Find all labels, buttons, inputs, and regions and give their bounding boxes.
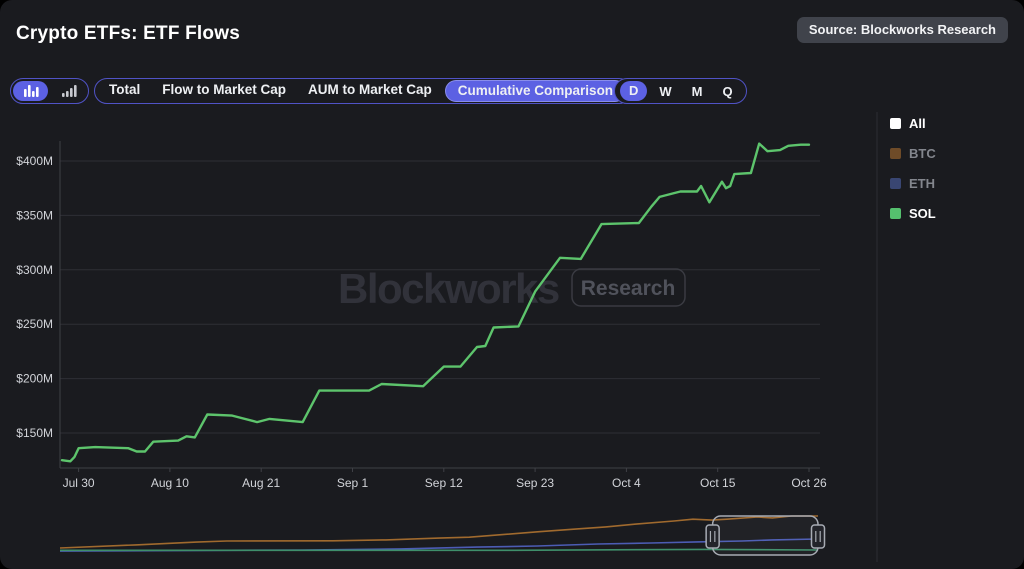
sol-swatch bbox=[890, 208, 901, 219]
x-axis-tick-label: Sep 23 bbox=[516, 476, 554, 490]
navigator-brush-window[interactable] bbox=[713, 516, 818, 555]
tab-total[interactable]: Total bbox=[98, 78, 151, 104]
interval-toggle-group: D W M Q bbox=[614, 78, 747, 104]
navigator-line-btc bbox=[60, 516, 818, 548]
x-axis-tick-label: Sep 12 bbox=[425, 476, 463, 490]
legend-label: BTC bbox=[909, 146, 936, 161]
source-badge: Source: Blockworks Research bbox=[797, 17, 1008, 43]
tab-flow-to-market-cap[interactable]: Flow to Market Cap bbox=[151, 78, 297, 104]
bar-chart-icon bbox=[23, 84, 39, 98]
brush-handle-right[interactable] bbox=[812, 525, 825, 548]
y-axis-tick-label: $400M bbox=[16, 154, 53, 168]
x-axis-tick-label: Jul 30 bbox=[63, 476, 95, 490]
legend-label: ETH bbox=[909, 176, 935, 191]
ascending-bar-chart-icon bbox=[61, 84, 77, 98]
eth-swatch bbox=[890, 178, 901, 189]
interval-quarter-button[interactable]: Q bbox=[713, 84, 743, 99]
legend-label: All bbox=[909, 116, 926, 131]
x-axis-tick-label: Oct 26 bbox=[791, 476, 827, 490]
y-axis-tick-label: $350M bbox=[16, 208, 53, 222]
all-swatch bbox=[890, 118, 901, 129]
y-axis-tick-label: $200M bbox=[16, 372, 53, 386]
page-title: Crypto ETFs: ETF Flows bbox=[16, 23, 240, 45]
y-axis-tick-label: $300M bbox=[16, 263, 53, 277]
ascending-bar-chart-icon-button[interactable] bbox=[51, 81, 86, 101]
x-axis-tick-label: Sep 1 bbox=[337, 476, 369, 490]
navigator-line-sol bbox=[60, 549, 818, 550]
watermark-brand: Blockworks bbox=[338, 265, 559, 312]
y-axis-tick-label: $150M bbox=[16, 426, 53, 440]
x-axis-tick-label: Oct 15 bbox=[700, 476, 736, 490]
chart-type-toggle-group bbox=[10, 78, 89, 104]
dashboard-card: $150M $200M $250M $300M $350M $400M Jul 30 Aug … bbox=[0, 0, 1024, 569]
legend-item-eth[interactable]: ETH bbox=[890, 176, 936, 191]
legend: All BTC ETH SOL bbox=[890, 116, 936, 236]
legend-label: SOL bbox=[909, 206, 936, 221]
y-axis-tick-label: $250M bbox=[16, 317, 53, 331]
btc-swatch bbox=[890, 148, 901, 159]
bar-chart-icon-button[interactable] bbox=[13, 81, 48, 101]
watermark-sub: Research bbox=[581, 277, 676, 300]
legend-item-all[interactable]: All bbox=[890, 116, 936, 131]
interval-month-button[interactable]: M bbox=[682, 84, 713, 99]
brush-handle-left[interactable] bbox=[706, 525, 719, 548]
view-tab-group: Total Flow to Market Cap AUM to Market C… bbox=[94, 78, 632, 104]
tab-cumulative-comparison[interactable]: Cumulative Comparison bbox=[445, 80, 626, 102]
legend-item-btc[interactable]: BTC bbox=[890, 146, 936, 161]
x-axis-tick-label: Oct 4 bbox=[612, 476, 641, 490]
x-axis-tick-label: Aug 21 bbox=[242, 476, 280, 490]
x-axis-tick-label: Aug 10 bbox=[151, 476, 189, 490]
interval-week-button[interactable]: W bbox=[649, 84, 681, 99]
legend-item-sol[interactable]: SOL bbox=[890, 206, 936, 221]
interval-day-button[interactable]: D bbox=[620, 81, 647, 101]
tab-aum-to-market-cap[interactable]: AUM to Market Cap bbox=[297, 78, 443, 104]
